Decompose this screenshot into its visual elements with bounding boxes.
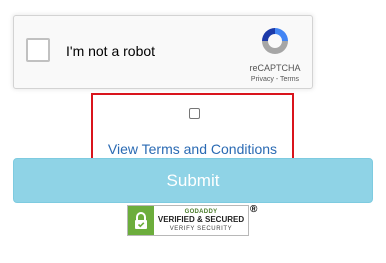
recaptcha-logo-icon	[262, 28, 288, 54]
recaptcha-terms-link[interactable]: Terms	[280, 76, 299, 83]
recaptcha-privacy-link[interactable]: Privacy	[251, 76, 274, 83]
lock-icon	[128, 206, 154, 235]
submit-button[interactable]: Submit	[13, 158, 373, 203]
terms-highlight-box: View Terms and Conditions	[91, 93, 294, 162]
godaddy-seal[interactable]: GODADDY VERIFIED & SECURED VERIFY SECURI…	[127, 205, 249, 236]
recaptcha-widget: I'm not a robot reCAPTCHA Privacy - Term…	[13, 15, 313, 89]
recaptcha-checkbox[interactable]	[26, 38, 50, 62]
recaptcha-separator: -	[275, 76, 279, 83]
seal-verified: VERIFIED & SECURED	[157, 215, 245, 224]
view-terms-link[interactable]: View Terms and Conditions	[93, 141, 292, 157]
registered-mark: ®	[250, 204, 258, 215]
seal-text: GODADDY VERIFIED & SECURED VERIFY SECURI…	[154, 206, 248, 235]
recaptcha-brand: reCAPTCHA	[249, 63, 301, 73]
terms-checkbox[interactable]	[189, 108, 200, 119]
recaptcha-links: Privacy - Terms	[242, 76, 308, 83]
seal-verify-security: VERIFY SECURITY	[169, 226, 233, 232]
recaptcha-label: I'm not a robot	[66, 43, 156, 59]
